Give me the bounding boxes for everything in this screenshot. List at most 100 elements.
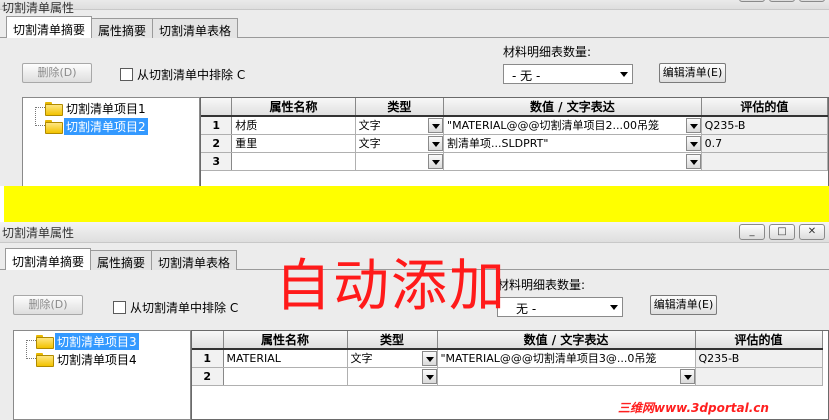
window-title: 切割清单属性 xyxy=(2,1,75,15)
delete-button[interactable]: 删除(D) xyxy=(22,63,92,83)
tab-cutlist-table[interactable]: 切割清单表格 xyxy=(152,18,239,38)
type-value: 文字 xyxy=(358,137,381,150)
tree-item-cutlist-1[interactable]: 切割清单项目1 xyxy=(45,99,148,117)
exclude-checkbox-label: 从切割清单中排除 C xyxy=(137,68,246,82)
row-number: 2 xyxy=(201,134,233,153)
close-button[interactable]: ✕ xyxy=(799,224,825,240)
tab-cutlist-table[interactable]: 切割清单表格 xyxy=(151,250,238,270)
maximize-button[interactable]: □ xyxy=(769,0,795,2)
chevron-down-icon[interactable] xyxy=(685,153,701,169)
checkbox-box[interactable] xyxy=(113,301,126,314)
tree-item-label-selected: 切割清单项目3 xyxy=(55,332,139,350)
expression-value: 割清单项...SLDPRT" xyxy=(447,137,549,150)
checkbox-box[interactable] xyxy=(120,68,133,81)
bom-quantity-label: 材料明细表数量: xyxy=(503,45,592,59)
column-header-expression[interactable]: 数值 / 文字表达 xyxy=(437,331,696,350)
tree-connector xyxy=(35,107,36,126)
chevron-down-icon[interactable] xyxy=(679,368,694,384)
column-header-property-name[interactable]: 属性名称 xyxy=(223,331,348,350)
bottom-tab-bar: 切割清单摘要 属性摘要 切割清单表格 xyxy=(5,248,238,270)
tree-item-cutlist-3[interactable]: 切割清单项目3 xyxy=(36,332,139,350)
folder-icon xyxy=(36,353,54,367)
tab-property-summary[interactable]: 属性摘要 xyxy=(90,250,153,270)
delete-button[interactable]: 删除(D) xyxy=(13,295,83,315)
minimize-button[interactable]: _ xyxy=(739,0,765,2)
cutlist-tree: 切割清单项目3 切割清单项目4 xyxy=(13,330,191,420)
type-value: 文字 xyxy=(350,352,373,366)
type-select-cell[interactable]: 文字 xyxy=(347,349,438,368)
table-row: 3 xyxy=(201,152,828,171)
property-name-cell[interactable] xyxy=(223,367,348,386)
expression-cell[interactable]: "MATERIAL@@@切割清单项目2...00吊笼 xyxy=(443,116,702,135)
edit-list-button[interactable]: 编辑清单(E) xyxy=(659,63,726,83)
tree-connector xyxy=(35,125,45,126)
bom-quantity-value: - 无 - xyxy=(512,69,541,83)
property-name-cell[interactable]: 重里 xyxy=(231,134,356,153)
row-number: 3 xyxy=(201,152,233,171)
column-header-evaluated-value[interactable]: 评估的值 xyxy=(701,98,828,117)
column-header-evaluated-value[interactable]: 评估的值 xyxy=(695,331,823,350)
edit-list-button[interactable]: 编辑清单(E) xyxy=(650,295,717,315)
folder-icon xyxy=(45,120,63,134)
column-header-type[interactable]: 类型 xyxy=(347,331,438,350)
chevron-down-icon[interactable] xyxy=(428,153,443,169)
type-select-cell[interactable]: 文字 xyxy=(355,116,445,135)
properties-grid: 属性名称 类型 数值 / 文字表达 评估的值 1 材质 文字 "MATERIAL… xyxy=(200,97,829,186)
expression-cell[interactable] xyxy=(437,367,696,386)
chevron-down-icon xyxy=(620,72,628,77)
bom-quantity-select[interactable]: - 无 - xyxy=(503,64,633,84)
type-select-cell[interactable] xyxy=(355,152,445,171)
property-name-cell[interactable]: 材质 xyxy=(231,116,356,135)
minimize-button[interactable]: _ xyxy=(739,224,765,240)
tree-item-label-selected: 切割清单项目2 xyxy=(64,117,148,135)
evaluated-value-cell: Q235-B xyxy=(695,349,823,368)
table-row: 2 重里 文字 割清单项...SLDPRT" 0.7 xyxy=(201,134,828,153)
evaluated-value-cell xyxy=(701,152,828,171)
bom-quantity-value: 无 - xyxy=(516,302,537,316)
tree-connector xyxy=(26,340,27,359)
property-name-cell[interactable] xyxy=(231,152,356,171)
grid-header-row: 属性名称 类型 数值 / 文字表达 评估的值 xyxy=(201,98,828,117)
type-select-cell[interactable] xyxy=(347,367,438,386)
bottom-titlebar: 切割清单属性 _ □ ✕ xyxy=(0,222,829,243)
tab-cutlist-summary[interactable]: 切割清单摘要 xyxy=(5,248,92,270)
window-title: 切割清单属性 xyxy=(2,226,75,240)
chevron-down-icon[interactable] xyxy=(685,135,701,151)
type-value: 文字 xyxy=(358,119,381,133)
exclude-checkbox-label: 从切割清单中排除 C xyxy=(130,301,239,315)
column-header-property-name[interactable]: 属性名称 xyxy=(231,98,356,117)
column-header-expression[interactable]: 数值 / 文字表达 xyxy=(443,98,702,117)
exclude-from-cutlist-checkbox[interactable]: 从切割清单中排除 C xyxy=(113,299,238,316)
tab-property-summary[interactable]: 属性摘要 xyxy=(91,18,154,38)
chevron-down-icon[interactable] xyxy=(428,135,443,151)
folder-icon xyxy=(36,335,54,349)
chevron-down-icon[interactable] xyxy=(428,118,443,133)
expression-cell[interactable]: 割清单项...SLDPRT" xyxy=(443,134,702,153)
expression-cell[interactable] xyxy=(443,152,702,171)
maximize-button[interactable]: □ xyxy=(769,224,795,240)
expression-cell[interactable]: "MATERIAL@@@切割清单项目3@...0吊笼 xyxy=(437,349,696,368)
row-number: 1 xyxy=(192,349,224,368)
expression-value: "MATERIAL@@@切割清单项目3@...0吊笼 xyxy=(440,352,657,366)
table-row: 1 材质 文字 "MATERIAL@@@切割清单项目2...00吊笼 Q235-… xyxy=(201,116,828,135)
evaluated-value-cell xyxy=(695,367,823,386)
chevron-down-icon[interactable] xyxy=(685,118,701,133)
table-row: 2 xyxy=(192,367,823,386)
column-header-type[interactable]: 类型 xyxy=(355,98,445,117)
type-select-cell[interactable]: 文字 xyxy=(355,134,445,153)
grid-corner xyxy=(192,331,224,350)
property-name-cell[interactable]: MATERIAL xyxy=(223,349,348,368)
exclude-from-cutlist-checkbox[interactable]: 从切割清单中排除 C xyxy=(120,66,245,83)
grid-header-row: 属性名称 类型 数值 / 文字表达 评估的值 xyxy=(192,331,823,350)
auto-add-annotation: 自动添加 xyxy=(275,254,507,319)
folder-icon xyxy=(45,102,63,116)
tree-item-cutlist-4[interactable]: 切割清单项目4 xyxy=(36,350,139,368)
tree-connector xyxy=(26,340,36,341)
tree-item-cutlist-2[interactable]: 切割清单项目2 xyxy=(45,117,148,135)
close-button[interactable]: ✕ xyxy=(799,0,825,2)
chevron-down-icon[interactable] xyxy=(421,351,436,366)
chevron-down-icon[interactable] xyxy=(421,368,436,384)
bom-quantity-select[interactable]: 无 - xyxy=(497,297,623,317)
tab-cutlist-summary[interactable]: 切割清单摘要 xyxy=(6,16,93,38)
expression-value: "MATERIAL@@@切割清单项目2...00吊笼 xyxy=(447,119,659,133)
